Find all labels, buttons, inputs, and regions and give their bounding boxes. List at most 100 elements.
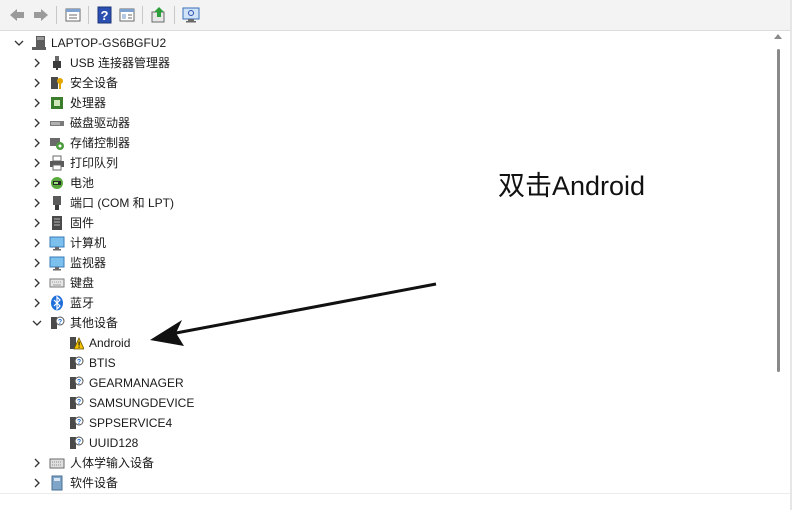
battery-icon bbox=[49, 175, 65, 191]
bluetooth-icon bbox=[49, 295, 65, 311]
category-label: USB 连接器管理器 bbox=[70, 56, 171, 70]
category-label: 端口 (COM 和 LPT) bbox=[70, 196, 174, 210]
forward-button[interactable] bbox=[30, 4, 52, 26]
device-android[interactable]: Android bbox=[0, 333, 768, 353]
back-button[interactable] bbox=[6, 4, 28, 26]
category-label: 软件设备 bbox=[70, 476, 119, 490]
monitor-icon bbox=[49, 255, 65, 271]
unknown-device-icon: ? bbox=[68, 415, 84, 431]
unknown-device-icon: ? bbox=[68, 375, 84, 391]
security-key-icon bbox=[49, 75, 65, 91]
disk-drive-icon bbox=[49, 115, 65, 131]
chevron-right-icon[interactable] bbox=[31, 253, 43, 273]
tree-category[interactable]: 打印队列 bbox=[0, 153, 768, 173]
tree-category[interactable]: 存储控制器 bbox=[0, 133, 768, 153]
toolbar: ? bbox=[0, 0, 792, 31]
category-label: 存储控制器 bbox=[70, 136, 131, 150]
vertical-scrollbar[interactable] bbox=[768, 31, 790, 493]
category-label: 其他设备 bbox=[70, 316, 119, 330]
tree-category[interactable]: 软件设备 bbox=[0, 473, 768, 493]
properties-button[interactable] bbox=[62, 4, 84, 26]
unknown-device-icon: ? bbox=[68, 395, 84, 411]
tree-category[interactable]: 端口 (COM 和 LPT) bbox=[0, 193, 768, 213]
warning-device-icon bbox=[68, 335, 84, 351]
scroll-up-icon[interactable] bbox=[774, 34, 782, 39]
keyboard-icon bbox=[49, 275, 65, 291]
tree-category[interactable]: 计算机 bbox=[0, 233, 768, 253]
device-label: Android bbox=[89, 336, 131, 350]
tree-category[interactable]: 蓝牙 bbox=[0, 293, 768, 313]
tree-category[interactable]: 磁盘驱动器 bbox=[0, 113, 768, 133]
chevron-right-icon[interactable] bbox=[31, 113, 43, 133]
computer-monitor-icon bbox=[49, 235, 65, 251]
category-label: 磁盘驱动器 bbox=[70, 116, 131, 130]
usb-icon bbox=[49, 55, 65, 71]
chevron-down-icon[interactable] bbox=[31, 313, 43, 333]
tree-category[interactable]: 处理器 bbox=[0, 93, 768, 113]
back-icon bbox=[10, 9, 24, 21]
category-label: 固件 bbox=[70, 216, 95, 230]
chevron-right-icon[interactable] bbox=[31, 293, 43, 313]
device-label: BTIS bbox=[89, 356, 116, 370]
computer-icon bbox=[31, 35, 47, 51]
chevron-right-icon[interactable] bbox=[31, 53, 43, 73]
unknown-device-icon: ? bbox=[49, 315, 65, 331]
category-label: 打印队列 bbox=[70, 156, 119, 170]
tree-category-expanded[interactable]: ? 其他设备 bbox=[0, 313, 768, 333]
device-uuid128[interactable]: ? UUID128 bbox=[0, 433, 768, 453]
help-button[interactable]: ? bbox=[94, 4, 116, 26]
chevron-right-icon[interactable] bbox=[31, 173, 43, 193]
update-driver-button[interactable] bbox=[148, 4, 170, 26]
forward-icon bbox=[34, 9, 48, 21]
view-button[interactable] bbox=[116, 4, 138, 26]
category-label: 键盘 bbox=[70, 276, 95, 290]
device-samsungdevice[interactable]: ? SAMSUNGDEVICE bbox=[0, 393, 768, 413]
tree-root-label: LAPTOP-GS6BGFU2 bbox=[51, 36, 167, 50]
chevron-right-icon[interactable] bbox=[31, 213, 43, 233]
tree-category[interactable]: 固件 bbox=[0, 213, 768, 233]
scroll-thumb[interactable] bbox=[777, 49, 780, 372]
chevron-right-icon[interactable] bbox=[31, 453, 43, 473]
firmware-icon bbox=[49, 215, 65, 231]
device-label: UUID128 bbox=[89, 436, 139, 450]
processor-icon bbox=[49, 95, 65, 111]
device-gearmanager[interactable]: ? GEARMANAGER bbox=[0, 373, 768, 393]
annotation-text: 双击Android bbox=[498, 171, 646, 201]
chevron-right-icon[interactable] bbox=[31, 93, 43, 113]
chevron-right-icon[interactable] bbox=[31, 153, 43, 173]
chevron-right-icon[interactable] bbox=[31, 473, 43, 493]
device-tree[interactable]: LAPTOP-GS6BGFU2 USB 连接器管理器 安全设备 处理器 磁盘驱动… bbox=[0, 31, 768, 493]
unknown-device-icon: ? bbox=[68, 355, 84, 371]
tree-category[interactable]: 监视器 bbox=[0, 253, 768, 273]
horizontal-scrollbar[interactable] bbox=[0, 493, 790, 511]
tree-category[interactable]: 键盘 bbox=[0, 273, 768, 293]
chevron-right-icon[interactable] bbox=[31, 193, 43, 213]
tree-category[interactable]: 人体学输入设备 bbox=[0, 453, 768, 473]
chevron-right-icon[interactable] bbox=[31, 273, 43, 293]
svg-text:?: ? bbox=[101, 8, 109, 23]
scan-hardware-icon bbox=[182, 7, 200, 23]
category-label: 计算机 bbox=[70, 236, 107, 250]
category-label: 蓝牙 bbox=[70, 296, 95, 310]
chevron-down-icon[interactable] bbox=[13, 33, 25, 53]
device-label: SPPSERVICE4 bbox=[89, 416, 173, 430]
chevron-right-icon[interactable] bbox=[31, 73, 43, 93]
hid-icon bbox=[49, 455, 65, 471]
device-label: GEARMANAGER bbox=[89, 376, 184, 390]
software-device-icon bbox=[49, 475, 65, 491]
svg-text:?: ? bbox=[77, 379, 81, 386]
chevron-right-icon[interactable] bbox=[31, 133, 43, 153]
device-sppservice4[interactable]: ? SPPSERVICE4 bbox=[0, 413, 768, 433]
tree-category[interactable]: 电池 bbox=[0, 173, 768, 193]
tree-category[interactable]: USB 连接器管理器 bbox=[0, 53, 768, 73]
scan-hardware-button[interactable] bbox=[180, 4, 202, 26]
tree-root[interactable]: LAPTOP-GS6BGFU2 bbox=[0, 33, 768, 53]
tree-category[interactable]: 安全设备 bbox=[0, 73, 768, 93]
device-btis[interactable]: ? BTIS bbox=[0, 353, 768, 373]
port-icon bbox=[49, 195, 65, 211]
printer-icon bbox=[49, 155, 65, 171]
svg-text:?: ? bbox=[77, 419, 81, 426]
chevron-right-icon[interactable] bbox=[31, 233, 43, 253]
help-icon: ? bbox=[97, 6, 112, 24]
unknown-device-icon: ? bbox=[68, 435, 84, 451]
